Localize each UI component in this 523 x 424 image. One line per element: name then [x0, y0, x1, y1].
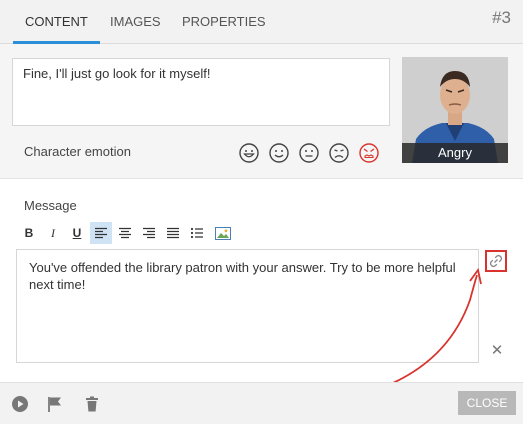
content-section: Fine, I'll just go look for it myself! C… [0, 44, 523, 178]
align-justify-button[interactable] [162, 222, 184, 244]
trash-icon[interactable] [83, 395, 101, 413]
emotion-label: Character emotion [24, 144, 131, 159]
image-icon [215, 226, 231, 240]
smile-icon[interactable] [268, 142, 290, 164]
flag-icon[interactable] [46, 395, 64, 413]
message-text-field[interactable]: You've offended the library patron with … [16, 249, 479, 363]
align-right-button[interactable] [138, 222, 160, 244]
bold-button[interactable]: B [18, 222, 40, 244]
tab-properties[interactable]: PROPERTIES [182, 0, 266, 43]
close-button[interactable]: CLOSE [458, 391, 516, 415]
align-left-button[interactable] [90, 222, 112, 244]
divider [0, 178, 523, 179]
character-portrait[interactable]: Angry [402, 57, 508, 163]
link-icon [489, 254, 503, 268]
remove-message-icon[interactable]: ✕ [489, 343, 505, 359]
align-center-button[interactable] [114, 222, 136, 244]
insert-image-button[interactable] [212, 222, 234, 244]
align-justify-icon [167, 227, 179, 239]
footer-bar: CLOSE [0, 382, 523, 424]
sad-icon[interactable] [328, 142, 350, 164]
italic-button[interactable]: I [42, 222, 64, 244]
content-text-field[interactable]: Fine, I'll just go look for it myself! [12, 58, 390, 126]
bullet-list-icon [190, 227, 203, 239]
align-right-icon [143, 227, 155, 239]
angry-icon[interactable] [358, 142, 380, 164]
neutral-icon[interactable] [298, 142, 320, 164]
play-icon[interactable] [11, 395, 29, 413]
message-label: Message [24, 198, 77, 213]
align-center-icon [119, 227, 131, 239]
happy-icon[interactable] [238, 142, 260, 164]
link-button[interactable] [485, 250, 507, 272]
emotion-caption: Angry [402, 143, 508, 163]
scene-number: #3 [492, 8, 511, 27]
tab-images[interactable]: IMAGES [110, 0, 161, 43]
underline-button[interactable]: U [66, 222, 88, 244]
tab-content[interactable]: CONTENT [13, 0, 100, 44]
tab-bar: CONTENT IMAGES PROPERTIES #3 [0, 0, 523, 44]
align-left-icon [95, 227, 107, 239]
bullet-list-button[interactable] [186, 222, 208, 244]
